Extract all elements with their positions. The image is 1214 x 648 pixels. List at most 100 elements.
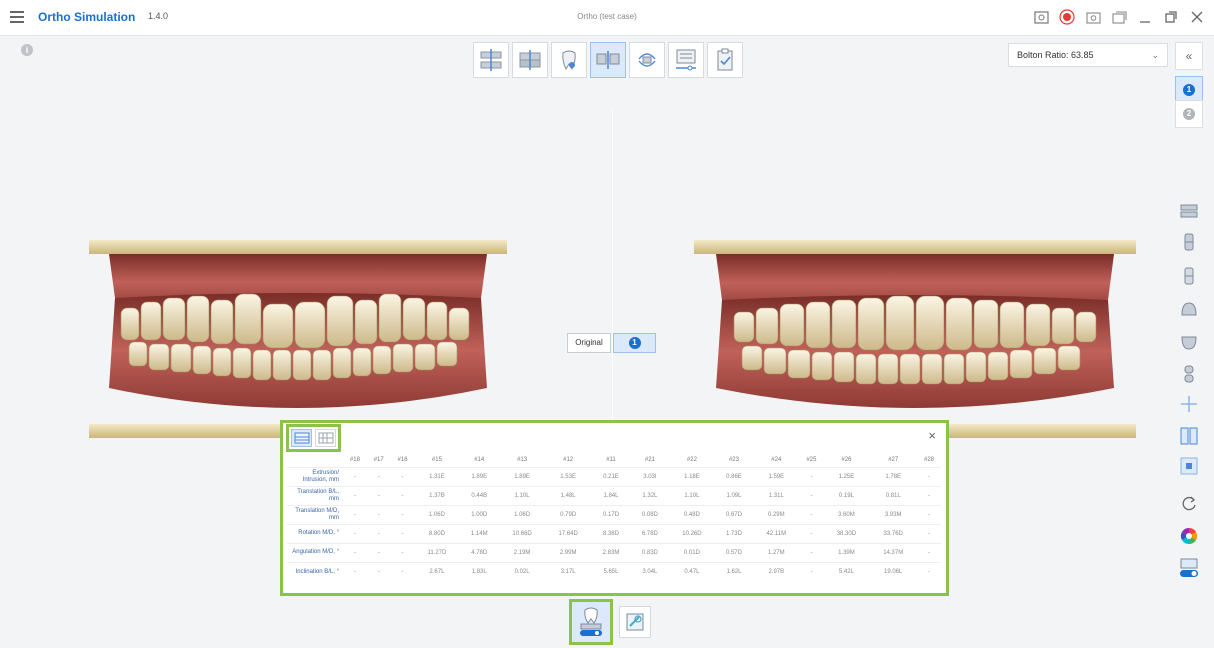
toggle-button[interactable] (1175, 554, 1203, 582)
table-cell: - (810, 549, 813, 556)
table-cell: 5.65L (603, 568, 619, 575)
bolton-ratio-dropdown[interactable]: Bolton Ratio: 63.85 ⌄ (1008, 43, 1168, 67)
compare-button[interactable] (590, 42, 626, 78)
tooth-column-header: #18 (349, 456, 360, 463)
tooth-column-header: #23 (728, 456, 739, 463)
info-icon[interactable]: i (21, 44, 33, 56)
back-view-button[interactable] (1175, 328, 1203, 356)
right-side-icon (1184, 233, 1194, 251)
table-row: Inclination B/L, ° - - - 2.67L 1.83L 0.02L 3.17… (287, 562, 941, 581)
jaw-split-button[interactable] (473, 42, 509, 78)
stage-2-button[interactable]: 2 (1175, 100, 1203, 128)
table-cell: 17.64D (558, 530, 578, 537)
collapse-panel-button[interactable]: « (1175, 42, 1203, 70)
original-jaw-model[interactable] (89, 238, 507, 440)
title-bar: Ortho Simulation 1.4.0 Ortho (test case) (0, 0, 1214, 36)
stage-badge: 1 (628, 337, 641, 349)
reset-button[interactable] (1175, 490, 1203, 518)
tooth-movement-panel: × #18 #17 #16 #15 #14 #13 #12 #11 #21 #22 #23 #24 #2… (280, 420, 949, 596)
right-side-button[interactable] (1175, 228, 1203, 256)
table-cell: - (810, 492, 813, 499)
table-row: Translation M/D, mm - - - 1.06D 1.00D 1.06D 0.7… (287, 505, 941, 524)
checklist-button[interactable] (707, 42, 743, 78)
table-cell: 1.73D (725, 530, 742, 537)
lower-view-button[interactable] (1175, 360, 1203, 388)
minimize-icon[interactable] (1136, 8, 1154, 26)
table-cell: 33.76D (883, 530, 903, 537)
back-view-icon (1181, 336, 1197, 350)
table-cell: 1.10L (684, 492, 700, 499)
table-cell: 1.25E (838, 473, 855, 480)
table-cell: 1.31E (429, 473, 445, 480)
tooth-column-header: #21 (644, 456, 655, 463)
restore-icon[interactable] (1162, 8, 1180, 26)
table-cell: - (401, 549, 404, 556)
camera-icon[interactable] (1084, 8, 1102, 26)
table-cell: 0.21E (603, 473, 619, 480)
front-view-button[interactable] (1175, 296, 1203, 324)
table-cell: - (928, 473, 930, 480)
list-settings-button[interactable] (668, 42, 704, 78)
table-cell: 3.17L (560, 568, 576, 575)
close-icon[interactable] (1188, 8, 1206, 26)
tooth-movement-table: #18 #17 #16 #15 #14 #13 #12 #11 #21 #22 #23 #24 #25 #… (287, 453, 941, 581)
table-cell: - (810, 530, 813, 537)
tooth-column-header: #16 (397, 456, 408, 463)
table-cell: 2.19M (513, 549, 531, 556)
bottom-toolbar (569, 599, 651, 645)
table-cell: 0.86E (726, 473, 742, 480)
transparency-icon (1180, 457, 1198, 475)
table-cell: 3.93M (884, 511, 902, 518)
table-cell: - (928, 530, 930, 537)
table-cell: - (401, 511, 404, 518)
movement-table-toggle-button[interactable] (569, 599, 613, 645)
tab-table-view[interactable] (291, 429, 312, 447)
screenshot-icon[interactable] (1032, 8, 1050, 26)
table-cell: - (928, 568, 930, 575)
lower-view-icon (1184, 365, 1194, 383)
rotate-view-button[interactable] (629, 42, 665, 78)
rotate-view-icon (638, 53, 656, 67)
compare-divider[interactable] (612, 110, 613, 420)
color-button[interactable] (1175, 522, 1203, 550)
table-cell: 2.67L (429, 568, 445, 575)
close-panel-icon[interactable]: × (928, 428, 936, 443)
simulated-jaw-model[interactable] (694, 238, 1136, 440)
table-row: Angulation M/D, ° - - - 11.27D 4.78D 2.19M 2.99… (287, 543, 941, 562)
upper-jaw-button[interactable] (1175, 197, 1203, 225)
table-cell: 0.81L (885, 492, 901, 499)
movement-table-icon (580, 607, 602, 636)
tooth-column-header: #27 (888, 456, 899, 463)
tooth-column-header: #14 (474, 456, 485, 463)
stage-selected-button[interactable]: 1 (613, 333, 656, 353)
axis-button[interactable] (1175, 390, 1203, 418)
left-side-button[interactable] (1175, 262, 1203, 290)
upper-jaw-icon (1180, 204, 1198, 218)
table-cell: 8.80D (428, 530, 445, 537)
table-cell: 0.67D (725, 511, 742, 518)
jaw-model-simulated (694, 240, 1136, 438)
table-cell: 1.62L (726, 568, 742, 575)
tab-chart-view[interactable] (315, 429, 336, 447)
table-icon (294, 432, 309, 444)
table-cell: 1.78E (885, 473, 902, 480)
tooth-button[interactable] (551, 42, 587, 78)
table-cell: 0.44B (471, 492, 488, 499)
split-view-button[interactable] (1175, 422, 1203, 450)
list-settings-icon (676, 49, 696, 71)
table-cell: 0.29M (767, 511, 785, 518)
layout-icon[interactable] (1110, 8, 1128, 26)
front-view-icon (1181, 302, 1197, 316)
tooth-inspect-button[interactable] (619, 606, 651, 638)
table-cell: - (928, 549, 930, 556)
record-icon[interactable] (1058, 8, 1076, 26)
jaw-occlusion-button[interactable] (512, 42, 548, 78)
table-cell: 38.30D (836, 530, 857, 537)
table-cell: 0.83D (641, 549, 658, 556)
table-cell: 0.08D (641, 511, 658, 518)
table-cell: - (401, 568, 404, 575)
table-cell: 8.38D (602, 530, 619, 537)
toggle-icon (1180, 558, 1198, 577)
transparency-button[interactable] (1175, 452, 1203, 480)
original-button[interactable]: Original (567, 333, 611, 353)
